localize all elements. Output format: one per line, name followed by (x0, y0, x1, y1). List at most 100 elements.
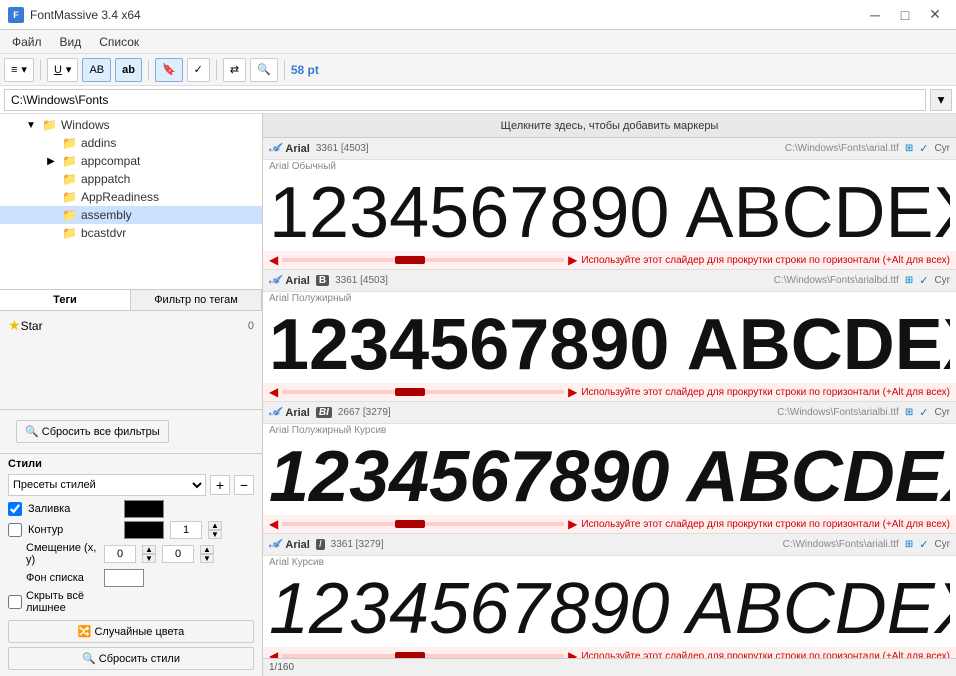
styles-preset-select[interactable]: Пресеты стилей (8, 474, 206, 496)
layout-dropdown[interactable]: ≡ ▾ (4, 58, 34, 82)
scroll-slider-4[interactable] (282, 654, 564, 658)
font-header-arial-normal: 𝒜 Arial 3361 [4503] C:\Windows\Fonts\ari… (263, 138, 956, 160)
menubar: Файл Вид Список (0, 30, 956, 54)
stroke-down-btn[interactable]: ▼ (208, 530, 222, 539)
stroke-width-spinner: ▲ ▼ (208, 521, 222, 539)
scroll-hint-3[interactable]: ◀ ▶ Используйте этот слайдер для прокрут… (263, 515, 956, 533)
page-indicator: 1/160 (269, 662, 294, 673)
tree-item-bcastdvr[interactable]: ▶ 📁 bcastdvr (0, 224, 262, 242)
font-count-2: 3361 [4503] (335, 275, 388, 286)
styles-label: Стили (8, 458, 254, 470)
toolbar-sep-3 (216, 60, 217, 80)
main-area: ▼ 📁 Windows ▶ 📁 addins ▶ 📁 appcompat (0, 114, 956, 676)
tree-label-bcastdvr: bcastdvr (81, 226, 126, 240)
menu-file[interactable]: Файл (4, 33, 50, 51)
font-preview-text-4: 1234567890 ABCDEXYZ abc (269, 573, 950, 645)
dropdown-arrow-2: ▾ (66, 63, 72, 76)
random-colors-button[interactable]: 🔀 Случайные цвета (8, 620, 254, 643)
offset-y-down[interactable]: ▼ (200, 554, 214, 563)
text-direction-button[interactable]: ⇄ (223, 58, 246, 82)
hint-text: Щелкните здесь, чтобы добавить маркеры (501, 120, 719, 132)
dropdown-arrow: ▾ (21, 63, 27, 76)
os-icon-4: ⊞ (905, 539, 913, 550)
close-button[interactable]: ✕ (922, 5, 948, 25)
hide-checkbox[interactable] (8, 595, 22, 609)
stroke-color-swatch[interactable] (124, 521, 164, 539)
font-preview-arial-normal: 1234567890 ABCDEXYZ abc (263, 173, 956, 251)
pathbar: ▾ (0, 86, 956, 114)
bg-label: Фон списка (8, 572, 98, 584)
tree-item-windows[interactable]: ▼ 📁 Windows (0, 116, 262, 134)
tree-label: Windows (61, 118, 110, 132)
toolbar: ≡ ▾ U ▾ AB ab 🔖 ✓ ⇄ 🔍 58 pt (0, 54, 956, 86)
tree-toggle-windows[interactable]: ▼ (24, 118, 38, 132)
styles-add-button[interactable]: + (210, 475, 230, 495)
maximize-button[interactable]: □ (892, 5, 918, 25)
reset-styles-button[interactable]: 🔍 Сбросить стили (8, 647, 254, 670)
fill-checkbox[interactable] (8, 502, 22, 516)
offset-x-input[interactable] (104, 545, 136, 563)
titlebar-left: F FontMassive 3.4 x64 (8, 7, 141, 23)
font-entry-arial-italic: 𝒜 Arial I 3361 [3279] C:\Windows\Fonts\a… (263, 534, 956, 658)
folder-icon-apppatch: 📁 (62, 172, 77, 186)
stroke-width-input[interactable] (170, 521, 202, 539)
fill-label: Заливка (28, 503, 118, 515)
toolbar-sep-1 (40, 60, 41, 80)
offset-y-input[interactable] (162, 545, 194, 563)
scroll-hint-text-1: Используйте этот слайдер для прокрутки с… (581, 255, 950, 266)
scroll-slider-1[interactable] (282, 258, 564, 262)
font-entry-arial-bolditalic: 𝒜 Arial BI 2667 [3279] C:\Windows\Fonts\… (263, 402, 956, 534)
folder-icon-assembly: 📁 (62, 208, 77, 222)
tree-item-apppatch[interactable]: ▶ 📁 apppatch (0, 170, 262, 188)
scroll-slider-3[interactable] (282, 522, 564, 526)
bg-color-swatch[interactable] (104, 569, 144, 587)
stroke-up-btn[interactable]: ▲ (208, 521, 222, 530)
underline-dropdown[interactable]: U ▾ (47, 58, 78, 82)
tree-item-appreadiness[interactable]: ▶ 📁 AppReadiness (0, 188, 262, 206)
font-list[interactable]: 𝒜 Arial 3361 [4503] C:\Windows\Fonts\ari… (263, 138, 956, 658)
styles-remove-button[interactable]: − (234, 475, 254, 495)
font-preview-text-3: 1234567890 ABCDEXYZ abc (269, 441, 950, 513)
file-tree[interactable]: ▼ 📁 Windows ▶ 📁 addins ▶ 📁 appcompat (0, 114, 262, 290)
reset-filters-button[interactable]: 🔍 Сбросить все фильтры (16, 420, 169, 443)
ab-bold-button[interactable]: ab (115, 58, 142, 82)
tree-label-appcompat: appcompat (81, 154, 140, 168)
tree-item-assembly[interactable]: ▶ 📁 assembly (0, 206, 262, 224)
font-preview-text: 1234567890 ABCDEXYZ abc (269, 177, 950, 249)
font-subname-2: Arial Полужирный (263, 292, 956, 305)
path-input[interactable] (4, 89, 926, 111)
hint-bar[interactable]: Щелкните здесь, чтобы добавить маркеры (263, 114, 956, 138)
checkmark-button[interactable]: ✓ (187, 58, 210, 82)
font-lang-2: Cyr (934, 275, 950, 286)
path-dropdown-button[interactable]: ▾ (930, 89, 952, 111)
scroll-hint-2[interactable]: ◀ ▶ Используйте этот слайдер для прокрут… (263, 383, 956, 401)
scroll-slider-2[interactable] (282, 390, 564, 394)
tab-filter-by-tags[interactable]: Фильтр по тегам (131, 290, 262, 310)
reset-filters-container: 🔍 Сбросить все фильтры (0, 410, 262, 453)
offset-label: Смещение (x, y) (8, 542, 98, 566)
offset-x-up[interactable]: ▲ (142, 545, 156, 554)
stroke-checkbox[interactable] (8, 523, 22, 537)
tree-toggle-appcompat[interactable]: ▶ (44, 154, 58, 168)
menu-view[interactable]: Вид (52, 33, 90, 51)
zoom-button[interactable]: 🔍 (250, 58, 278, 82)
underline-icon: U (54, 64, 62, 76)
minimize-button[interactable]: ─ (862, 5, 888, 25)
font-name: Arial (285, 143, 309, 155)
scroll-hint-1[interactable]: ◀ ▶ Используйте этот слайдер для прокрут… (263, 251, 956, 269)
left-arrow-icon: ◀ (269, 253, 278, 267)
fill-row: Заливка (8, 500, 254, 518)
tree-item-appcompat[interactable]: ▶ 📁 appcompat (0, 152, 262, 170)
offset-y-up[interactable]: ▲ (200, 545, 214, 554)
menu-list[interactable]: Список (91, 33, 147, 51)
tab-tags[interactable]: Теги (0, 290, 131, 310)
offset-x-down[interactable]: ▼ (142, 554, 156, 563)
font-name-2: Arial (285, 275, 309, 287)
tree-item-addins[interactable]: ▶ 📁 addins (0, 134, 262, 152)
bookmark-button[interactable]: 🔖 (155, 58, 183, 82)
scroll-hint-4[interactable]: ◀ ▶ Используйте этот слайдер для прокрут… (263, 647, 956, 658)
ab-button[interactable]: AB (82, 58, 111, 82)
font-weight-badge-i: I (316, 539, 325, 550)
font-name-4: Arial (285, 539, 309, 551)
fill-color-swatch[interactable] (124, 500, 164, 518)
